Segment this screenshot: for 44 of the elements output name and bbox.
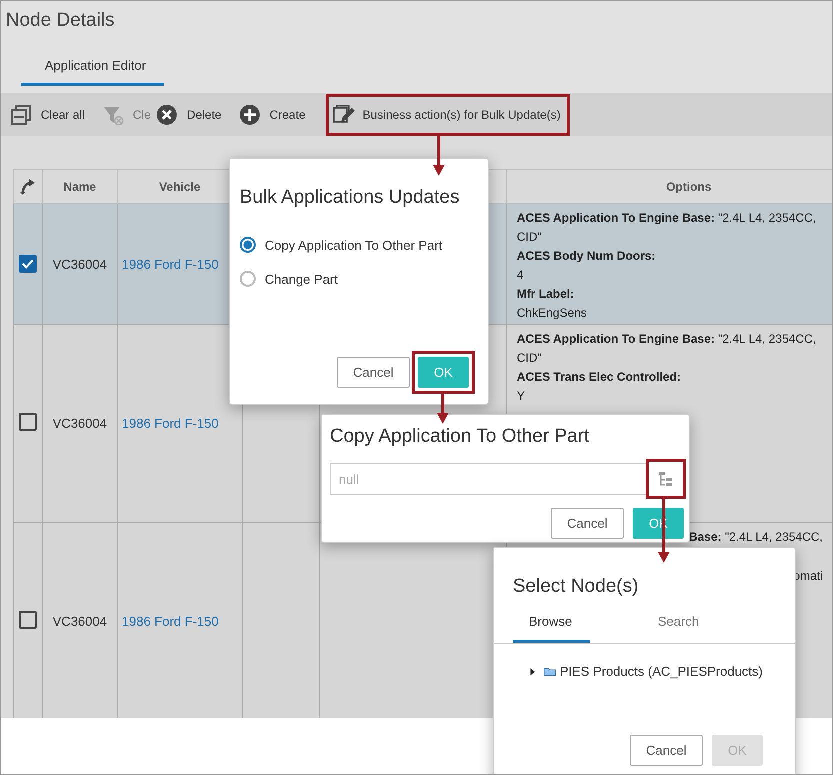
toolbar-button[interactable]: Business action(s) for Bulk Update(s) <box>328 96 567 132</box>
toolbar-button[interactable]: Delete <box>157 96 240 132</box>
option-text: Base: "2.4L L4, 2354CC, <box>689 529 823 546</box>
page-title: Node Details <box>5 9 116 33</box>
cancel-button[interactable]: Cancel <box>337 357 410 388</box>
radio-option[interactable]: Copy Application To Other Part <box>240 237 471 253</box>
toolbar-button[interactable]: Clear all <box>11 96 104 132</box>
funnel-icon <box>103 104 126 124</box>
tab[interactable]: Browse <box>513 614 590 643</box>
column-header[interactable]: Name <box>42 170 118 204</box>
option-value: ChkEngSens <box>517 305 588 322</box>
option-text: ACES Application To Engine Base: "2.4L L4, 2354CC, CID" <box>517 210 818 246</box>
column-header[interactable]: Options <box>506 170 832 204</box>
dialog-title: Copy Application To Other Part <box>330 426 590 448</box>
vehicle-link[interactable]: 1986 Ford F-150 <box>122 416 219 431</box>
radio-option[interactable]: Change Part <box>240 271 471 287</box>
option-text: ACES Application To Engine Base: "2.4L L4, 2354CC, CID" <box>517 331 818 367</box>
option-label: Mfr Label: <box>517 286 576 303</box>
checkbox[interactable] <box>19 413 37 431</box>
dialog-title: Select Node(s) <box>512 576 640 598</box>
tab[interactable]: Search <box>642 614 719 643</box>
toolbar-button[interactable]: Create <box>240 96 324 132</box>
tab[interactable]: Application Editor <box>21 58 164 86</box>
tree-item[interactable]: PIES Products (AC_PIESProducts) <box>560 664 763 679</box>
close-circle-icon <box>157 104 180 124</box>
windows-icon <box>11 104 33 124</box>
curved-arrow-icon <box>20 178 36 194</box>
pencil-on-page-icon <box>332 104 355 124</box>
checkbox[interactable] <box>19 611 37 629</box>
table-cell: VC36004 <box>52 416 108 431</box>
option-value: Y <box>517 388 526 405</box>
option-value: 4 <box>517 267 525 284</box>
option-label: ACES Trans Elec Controlled: <box>517 369 682 386</box>
table-cell: VC36004 <box>52 614 108 629</box>
cancel-button[interactable]: Cancel <box>551 508 624 539</box>
table-cell: VC36004 <box>52 256 108 272</box>
caret-right-icon[interactable] <box>530 666 536 676</box>
plus-circle-icon <box>240 104 262 124</box>
cancel-button[interactable]: Cancel <box>630 735 703 766</box>
checkbox[interactable] <box>19 254 37 272</box>
input-field[interactable]: null <box>330 463 646 495</box>
option-label: ACES Body Num Doors: <box>517 248 657 265</box>
vehicle-link[interactable]: 1986 Ford F-150 <box>122 614 219 629</box>
dialog-title: Bulk Applications Updates <box>240 187 461 209</box>
